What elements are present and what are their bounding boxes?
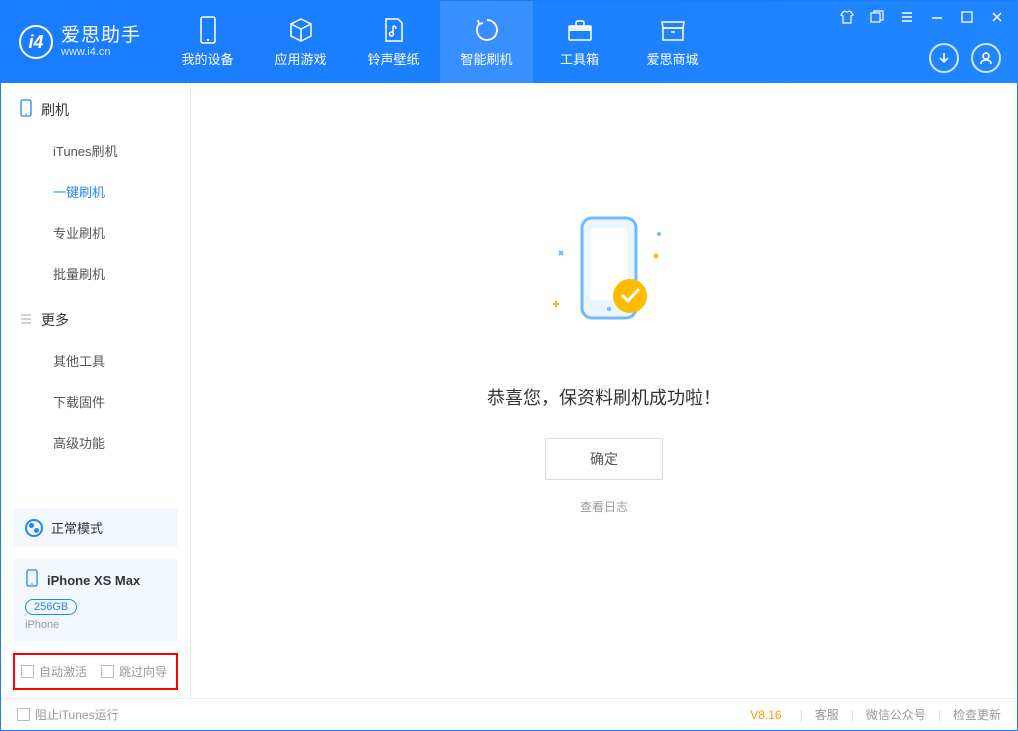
minimize-icon[interactable] <box>927 7 947 27</box>
checkbox-block-itunes[interactable]: 阻止iTunes运行 <box>17 706 119 723</box>
device-icon <box>194 16 222 44</box>
menu-icon[interactable] <box>897 7 917 27</box>
section-label: 更多 <box>41 310 69 330</box>
phone-icon <box>19 99 33 120</box>
nav-toolbox[interactable]: 工具箱 <box>533 1 626 83</box>
success-message: 恭喜您，保资料刷机成功啦！ <box>487 384 721 410</box>
sidebar-item-pro-flash[interactable]: 专业刷机 <box>1 212 190 253</box>
nav-label: 应用游戏 <box>275 49 327 68</box>
section-label: 刷机 <box>41 100 69 120</box>
footer-support-link[interactable]: 客服 <box>815 706 839 723</box>
user-button[interactable] <box>971 43 1001 73</box>
checkbox-icon <box>101 665 114 678</box>
recent-icon[interactable] <box>867 7 887 27</box>
logo-area: i4 爱思助手 www.i4.cn <box>1 1 161 83</box>
sidebar-item-one-click-flash[interactable]: 一键刷机 <box>1 171 190 212</box>
shirt-icon[interactable] <box>837 7 857 27</box>
main-content: 恭喜您，保资料刷机成功啦！ 确定 查看日志 <box>191 83 1017 698</box>
checkbox-icon <box>17 708 30 721</box>
sidebar-item-advanced[interactable]: 高级功能 <box>1 422 190 463</box>
device-box[interactable]: iPhone XS Max 256GB iPhone <box>13 559 178 641</box>
close-icon[interactable] <box>987 7 1007 27</box>
footer-wechat-link[interactable]: 微信公众号 <box>866 706 926 723</box>
nav-label: 智能刷机 <box>461 49 513 68</box>
store-icon <box>659 16 687 44</box>
nav-ringtone-wallpaper[interactable]: 铃声壁纸 <box>347 1 440 83</box>
checkbox-label: 跳过向导 <box>119 663 167 680</box>
app-logo-icon: i4 <box>19 25 53 59</box>
footer-check-update-link[interactable]: 检查更新 <box>953 706 1001 723</box>
footer: 阻止iTunes运行 V8.16 | 客服 | 微信公众号 | 检查更新 <box>1 698 1017 730</box>
nav-label: 我的设备 <box>182 49 234 68</box>
app-header: i4 爱思助手 www.i4.cn 我的设备 应用游戏 铃声壁纸 <box>1 1 1017 83</box>
nav-apps-games[interactable]: 应用游戏 <box>254 1 347 83</box>
nav-label: 工具箱 <box>560 49 599 68</box>
sidebar: 刷机 iTunes刷机 一键刷机 专业刷机 批量刷机 更多 其他工具 下载固件 … <box>1 83 191 698</box>
device-type: iPhone <box>25 619 166 631</box>
header-actions <box>929 43 1001 73</box>
section-flash: 刷机 <box>1 83 190 130</box>
app-title: 爱思助手 <box>61 26 141 47</box>
nav-store[interactable]: 爱思商城 <box>626 1 719 83</box>
app-subtitle: www.i4.cn <box>61 46 141 58</box>
confirm-button[interactable]: 确定 <box>545 438 663 480</box>
mode-box[interactable]: 正常模式 <box>13 508 178 547</box>
cube-icon <box>287 16 315 44</box>
main-nav: 我的设备 应用游戏 铃声壁纸 智能刷机 工具箱 <box>161 1 719 83</box>
device-phone-icon <box>25 569 39 592</box>
normal-mode-icon <box>25 519 43 537</box>
section-more: 更多 <box>1 294 190 340</box>
toolbox-icon <box>566 16 594 44</box>
logo-text: 爱思助手 www.i4.cn <box>61 26 141 59</box>
view-log-link[interactable]: 查看日志 <box>580 498 628 515</box>
checkbox-label: 阻止iTunes运行 <box>35 706 119 723</box>
nav-label: 铃声壁纸 <box>368 49 420 68</box>
window-controls <box>837 7 1007 27</box>
sidebar-item-batch-flash[interactable]: 批量刷机 <box>1 253 190 294</box>
list-icon <box>19 312 33 329</box>
sidebar-item-download-firmware[interactable]: 下载固件 <box>1 381 190 422</box>
mode-label: 正常模式 <box>51 518 103 537</box>
maximize-icon[interactable] <box>957 7 977 27</box>
success-illustration <box>504 206 704 356</box>
body-area: 刷机 iTunes刷机 一键刷机 专业刷机 批量刷机 更多 其他工具 下载固件 … <box>1 83 1017 698</box>
device-name: iPhone XS Max <box>47 573 140 588</box>
option-row-highlighted: 自动激活 跳过向导 <box>13 653 178 690</box>
checkbox-skip-guide[interactable]: 跳过向导 <box>101 663 167 680</box>
download-button[interactable] <box>929 43 959 73</box>
refresh-shield-icon <box>473 16 501 44</box>
checkbox-auto-activate[interactable]: 自动激活 <box>21 663 87 680</box>
device-capacity: 256GB <box>25 599 77 615</box>
nav-label: 爱思商城 <box>647 49 699 68</box>
version-label: V8.16 <box>750 708 781 722</box>
nav-smart-flash[interactable]: 智能刷机 <box>440 1 533 83</box>
nav-my-device[interactable]: 我的设备 <box>161 1 254 83</box>
music-file-icon <box>380 16 408 44</box>
checkbox-icon <box>21 665 34 678</box>
checkbox-label: 自动激活 <box>39 663 87 680</box>
sidebar-item-other-tools[interactable]: 其他工具 <box>1 340 190 381</box>
sidebar-item-itunes-flash[interactable]: iTunes刷机 <box>1 130 190 171</box>
